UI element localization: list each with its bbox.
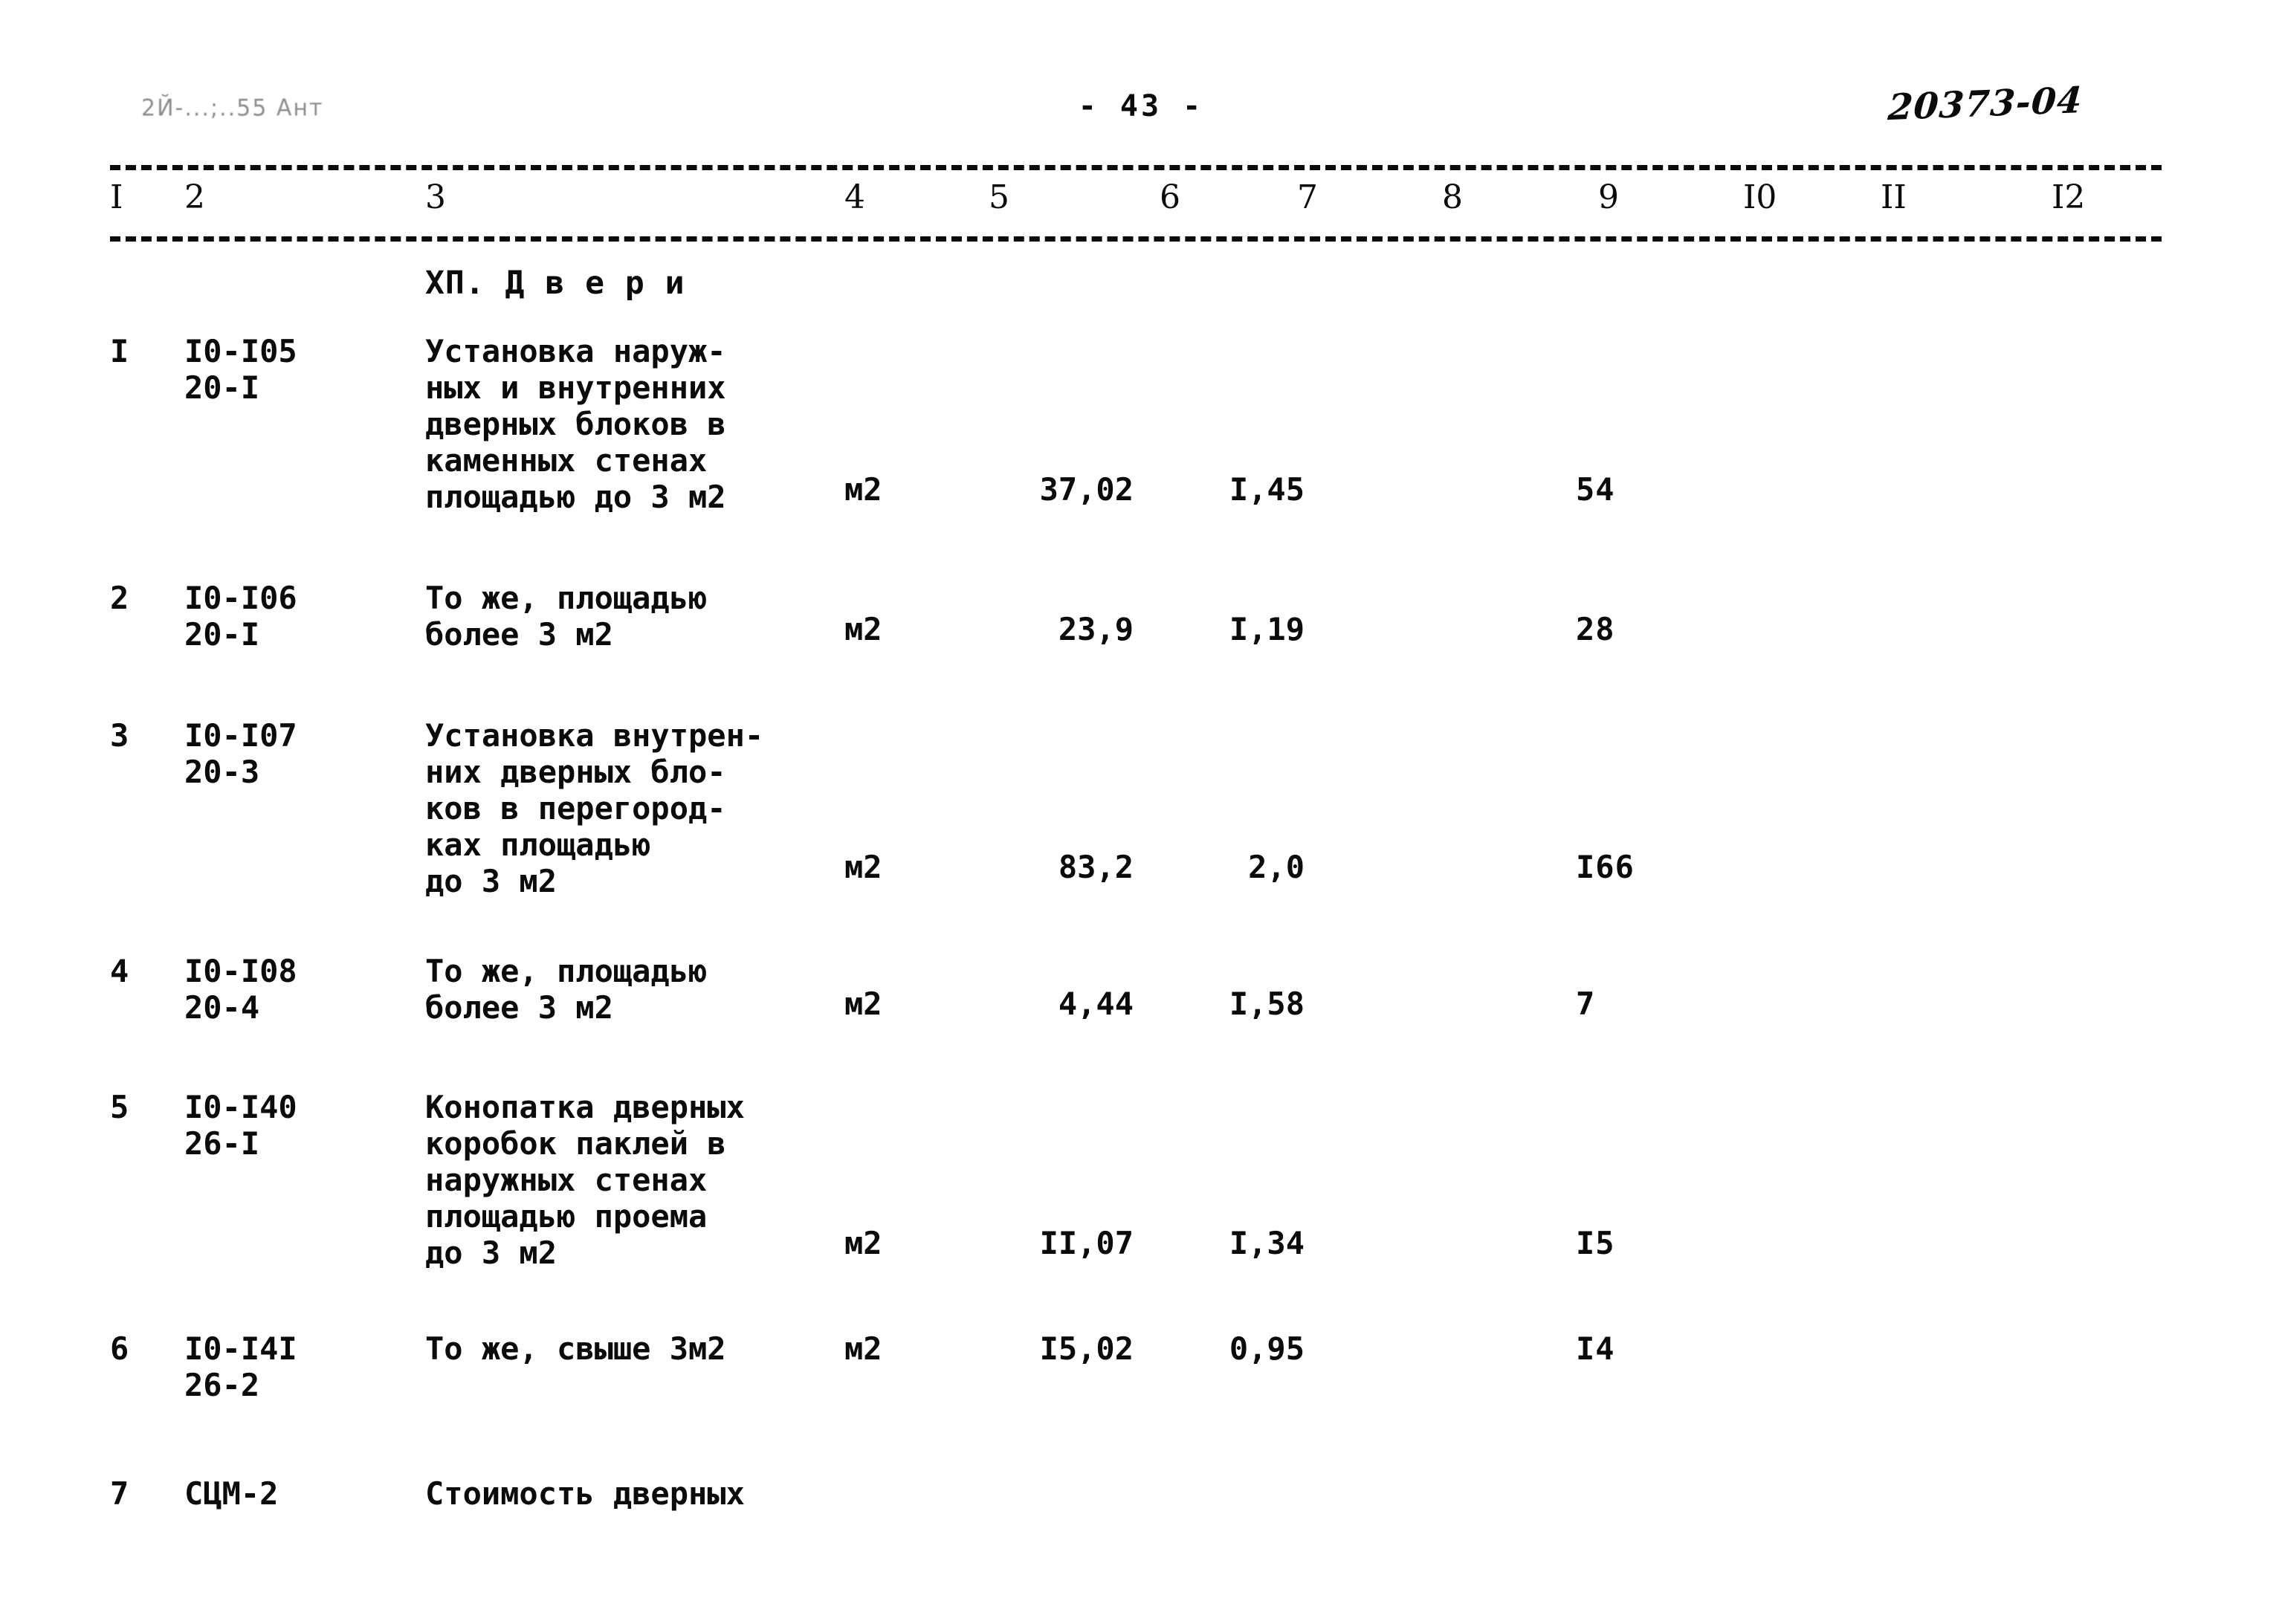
row-code: I0-I05 20-I [184, 333, 297, 406]
row-number: I [110, 333, 129, 369]
column-number-2: 2 [184, 178, 205, 216]
row-number: 4 [110, 953, 129, 989]
row-code: I0-I08 20-4 [184, 953, 297, 1026]
section-title: ХП. Д в е р и [425, 265, 685, 302]
row-description: То же, площадью более 3 м2 [425, 580, 708, 653]
row-norm: I,19 [1229, 611, 1305, 647]
handwritten-document-code: 20373-04 [1887, 79, 2084, 129]
column-number-6: 6 [1160, 178, 1180, 216]
row-total: I4 [1576, 1330, 1615, 1367]
row-description: Установка внутрен- них дверных бло- ков … [425, 717, 764, 899]
table-rule-top [110, 165, 2162, 170]
column-number-11: II [1881, 178, 1907, 216]
row-code: I0-I06 20-I [184, 580, 297, 653]
row-number: 5 [110, 1089, 129, 1125]
row-total: 54 [1576, 471, 1615, 508]
row-total: 7 [1576, 986, 1596, 1022]
row-number: 2 [110, 580, 129, 616]
row-quantity: 4,44 [1058, 986, 1134, 1022]
row-unit: м2 [844, 611, 882, 647]
row-total: I5 [1576, 1225, 1615, 1261]
row-unit: м2 [844, 471, 882, 508]
row-norm: I,45 [1229, 471, 1305, 508]
row-number: 3 [110, 717, 129, 754]
row-description: Установка наруж- ных и внутренних дверны… [425, 333, 726, 515]
scanned-document-page: 2Й-...;..55 Ант - 43 - 20373-04 I2345678… [0, 0, 2282, 1624]
row-number: 7 [110, 1475, 129, 1512]
row-code: СЦМ-2 [184, 1475, 279, 1512]
row-code: I0-I07 20-3 [184, 717, 297, 790]
row-norm: 2,0 [1248, 849, 1305, 885]
row-quantity: I5,02 [1039, 1330, 1134, 1367]
table-rule-bottom [110, 236, 2162, 242]
column-number-row: I 2 3 4 5 6 7 8 9 I0 II I2 [0, 174, 2282, 226]
row-code: I0-I40 26-I [184, 1089, 297, 1162]
row-quantity: 83,2 [1058, 849, 1134, 885]
row-code: I0-I4I 26-2 [184, 1330, 297, 1403]
row-description: То же, свыше 3м2 [425, 1330, 726, 1367]
column-number-7: 7 [1297, 178, 1318, 216]
column-number-5: 5 [989, 178, 1009, 216]
row-norm: I,58 [1229, 986, 1305, 1022]
row-description: То же, площадью более 3 м2 [425, 953, 708, 1026]
column-number-1: I [110, 178, 123, 216]
row-quantity: 37,02 [1039, 471, 1134, 508]
row-unit: м2 [844, 1225, 882, 1261]
row-unit: м2 [844, 849, 882, 885]
column-number-10: I0 [1743, 178, 1777, 216]
row-quantity: II,07 [1039, 1225, 1134, 1261]
row-total: 28 [1576, 611, 1615, 647]
row-norm: 0,95 [1229, 1330, 1305, 1367]
column-number-3: 3 [425, 178, 446, 216]
column-number-9: 9 [1598, 178, 1619, 216]
row-quantity: 23,9 [1058, 611, 1134, 647]
row-number: 6 [110, 1330, 129, 1367]
column-number-12: I2 [2052, 178, 2086, 216]
column-number-8: 8 [1442, 178, 1463, 216]
row-norm: I,34 [1229, 1225, 1305, 1261]
row-unit: м2 [844, 986, 882, 1022]
column-number-4: 4 [844, 178, 865, 216]
row-description: Стоимость дверных [425, 1475, 745, 1512]
row-unit: м2 [844, 1330, 882, 1367]
row-total: I66 [1576, 849, 1635, 885]
row-description: Конопатка дверных коробок паклей в наруж… [425, 1089, 745, 1271]
